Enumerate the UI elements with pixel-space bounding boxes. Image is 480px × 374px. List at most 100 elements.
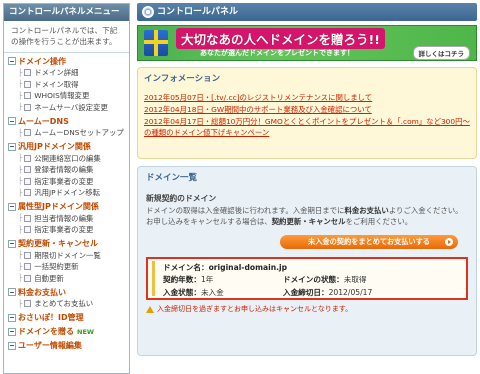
- tree-branch-icon: ├: [18, 128, 23, 137]
- page-icon: [24, 251, 32, 259]
- sidebar-item[interactable]: ├ 期限切ドメイン一覧: [4, 250, 129, 262]
- domain-list-title: ドメイン一覧: [146, 173, 198, 183]
- pay-all-button[interactable]: 未入金の契約をまとめてお支払いする: [280, 235, 458, 249]
- sidebar-category[interactable]: ムームーDNS: [4, 115, 129, 127]
- page-icon: [24, 69, 32, 77]
- sidebar-item[interactable]: ├ ドメイン取得: [4, 79, 129, 91]
- sidebar-section: ムームーDNS ├ ムームーDNSセットアップ: [4, 113, 129, 139]
- renewal-cancel-link[interactable]: 契約更新・キャンセル: [272, 217, 346, 226]
- sidebar-category[interactable]: 属性型JPドメイン関係: [4, 201, 129, 213]
- sidebar-section: おさいぽ！ID管理: [4, 310, 129, 324]
- page-icon: [24, 214, 32, 222]
- sidebar-category[interactable]: ドメインを贈る NEW: [4, 326, 129, 338]
- sidebar-item[interactable]: ├ 自動更新: [4, 273, 129, 285]
- page-icon: [24, 129, 32, 137]
- page-icon: [24, 263, 32, 271]
- collapse-icon[interactable]: [8, 117, 16, 125]
- news-link[interactable]: 2012年04月18日・GW期間中のサポート業務及び入金確認について: [144, 104, 470, 116]
- sidebar-item[interactable]: ├ まとめてお支払い: [4, 298, 129, 310]
- payment-row: 入金状態：未入金 入金締切日：2012/05/17: [163, 287, 373, 297]
- sidebar-title: コントロールパネルメニュー: [4, 4, 129, 21]
- sidebar-category[interactable]: ユーザー情報編集: [4, 340, 129, 352]
- tree-branch-icon: ├: [18, 188, 23, 197]
- sidebar-item[interactable]: ├ 一括契約更新: [4, 261, 129, 273]
- cancel-warning: 入金締切日を過ぎますとお申し込みはキャンセルとなります。: [146, 304, 468, 314]
- page-icon: [24, 274, 32, 282]
- sidebar-section: ドメインを贈る NEW: [4, 324, 129, 338]
- tree-branch-icon: ├: [18, 262, 23, 271]
- sidebar-category[interactable]: 汎用JPドメイン関係: [4, 141, 129, 153]
- page-icon: [24, 103, 32, 111]
- sidebar-section: ユーザー情報編集: [4, 338, 129, 352]
- tree-branch-icon: ├: [18, 91, 23, 100]
- new-badge: NEW: [77, 327, 95, 336]
- tree-branch-icon: ├: [18, 274, 23, 283]
- collapse-icon[interactable]: [8, 239, 16, 248]
- arrow-right-icon: [445, 238, 453, 246]
- sidebar-item[interactable]: ├ WHOIS情報変更: [4, 90, 129, 102]
- tree-branch-icon: ├: [18, 80, 23, 89]
- information-box: インフォメーション 2012年05月07日・[.tv/.cc]のレジストリメンテ…: [137, 67, 477, 159]
- collapse-icon[interactable]: [8, 313, 16, 322]
- tree-branch-icon: ├: [18, 68, 23, 77]
- sidebar-item[interactable]: ├ 担当者情報の編集: [4, 213, 129, 225]
- promo-banner[interactable]: 大切なあの人へドメインを贈ろう!! あなたが選んだドメインをプレゼントできます！…: [137, 25, 477, 61]
- collapse-icon[interactable]: [8, 288, 16, 296]
- sidebar-section: ドメイン操作 ├ ドメイン詳細 ├ ドメイン取得 ├ WHOIS情報変更 ├ ネームサーバ設定変…: [4, 53, 129, 113]
- sidebar-item[interactable]: ├ 公開連絡窓口の編集: [4, 153, 129, 165]
- sidebar-item[interactable]: ├ 汎用JPドメイン移転: [4, 187, 129, 199]
- sidebar-item[interactable]: ├ ムームーDNSセットアップ: [4, 127, 129, 139]
- domain-name[interactable]: original-domain.jp: [209, 263, 288, 272]
- tree-branch-icon: ├: [18, 299, 23, 308]
- tree-branch-icon: ├: [18, 214, 23, 223]
- domain-list-box: ドメイン一覧 新規契約のドメイン ドメインの取得は入金確認後に行われます。入金期…: [137, 166, 477, 356]
- sidebar-description: コントロールパネルでは、下記の操作を行うことが出来ます。: [4, 21, 129, 53]
- domain-name-row: ドメイン名： original-domain.jp: [163, 262, 288, 272]
- sidebar-item[interactable]: ├ 指定事業者の変更: [4, 224, 129, 236]
- news-link[interactable]: 2012年05月07日・[.tv/.cc]のレジストリメンテナンスに関しまして: [144, 92, 470, 104]
- collapse-icon[interactable]: [8, 142, 16, 151]
- news-link[interactable]: 2012年04月17日・総額10万円分！GMOとくとくポイントをプレゼント＆「.…: [144, 116, 470, 138]
- contract-years: 1年: [200, 275, 214, 285]
- sidebar-category[interactable]: ドメイン操作: [4, 55, 129, 67]
- page-icon: [24, 300, 32, 308]
- sidebar-category[interactable]: 料金お支払い: [4, 286, 129, 298]
- sidebar-section: 属性型JPドメイン関係 ├ 担当者情報の編集 ├ 指定事業者の変更: [4, 199, 129, 236]
- gift-icon: [144, 30, 168, 56]
- tree-branch-icon: ├: [18, 225, 23, 234]
- new-contract-heading: 新規契約のドメイン: [146, 194, 217, 203]
- domain-status: 未取得: [343, 275, 367, 285]
- sidebar-category[interactable]: 契約更新・キャンセル: [4, 238, 129, 250]
- page-header: コントロールパネル: [137, 3, 477, 21]
- news-list: 2012年05月07日・[.tv/.cc]のレジストリメンテナンスに関しまして …: [144, 92, 470, 138]
- sidebar-item[interactable]: ├ 登録者情報の編集: [4, 164, 129, 176]
- page-title: コントロールパネル: [157, 7, 239, 17]
- domain-card: ドメイン名： original-domain.jp 契約年数：1年 ドメインの状態…: [146, 257, 468, 300]
- collapse-icon[interactable]: [8, 202, 16, 211]
- tree-branch-icon: ├: [18, 177, 23, 186]
- information-title: インフォメーション: [144, 74, 221, 84]
- sidebar-item[interactable]: ├ 指定事業者の変更: [4, 176, 129, 188]
- sidebar-menu: ドメイン操作 ├ ドメイン詳細 ├ ドメイン取得 ├ WHOIS情報変更 ├ ネームサーバ設定変…: [4, 53, 129, 352]
- sidebar-item[interactable]: ├ ドメイン詳細: [4, 67, 129, 79]
- page-icon: [24, 92, 32, 100]
- page-icon: [24, 166, 32, 174]
- page-icon: [24, 177, 32, 185]
- collapse-icon[interactable]: [8, 327, 16, 336]
- page-icon: [24, 80, 32, 88]
- page-icon: [24, 154, 32, 162]
- sidebar: コントロールパネルメニュー コントロールパネルでは、下記の操作を行うことが出来ま…: [3, 3, 130, 374]
- payment-status: 未入金: [200, 287, 224, 297]
- sidebar-category[interactable]: おさいぽ！ID管理: [4, 312, 129, 324]
- banner-headline: 大切なあの人へドメインを贈ろう!!: [176, 28, 385, 49]
- main-panel: コントロールパネル 大切なあの人へドメインを贈ろう!! あなたが選んだドメインを…: [137, 3, 477, 374]
- page-icon: [24, 189, 32, 197]
- sidebar-item[interactable]: ├ ネームサーバ設定変更: [4, 102, 129, 114]
- collapse-icon[interactable]: [8, 341, 16, 350]
- payment-link[interactable]: 料金お支払い: [344, 206, 388, 215]
- new-contract-description: ドメインの取得は入金確認後に行われます。入金期日までに料金お支払いよりご入金くだ…: [146, 206, 463, 226]
- tree-branch-icon: ├: [18, 103, 23, 112]
- banner-more-button[interactable]: 詳しくはコチラ: [412, 46, 470, 60]
- sidebar-section: 汎用JPドメイン関係 ├ 公開連絡窓口の編集 ├ 登録者情報の編集 ├ 指定事業者の変更 ├ 汎…: [4, 139, 129, 199]
- collapse-icon[interactable]: [8, 57, 16, 65]
